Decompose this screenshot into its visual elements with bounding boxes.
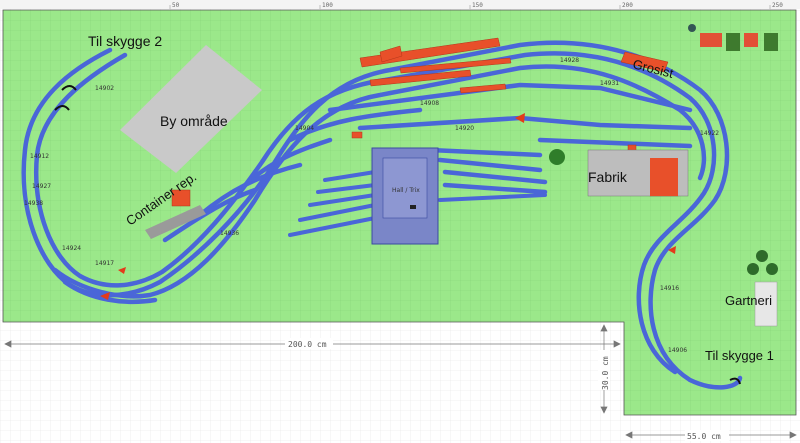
- ruler-mark-150: 150: [472, 2, 483, 9]
- svg-text:14924: 14924: [62, 245, 81, 252]
- dimension-width-55: 55.0 cm: [687, 432, 721, 441]
- svg-text:14912: 14912: [30, 153, 49, 160]
- svg-text:14902: 14902: [95, 85, 114, 92]
- svg-text:14931: 14931: [600, 80, 619, 87]
- ruler-mark-100: 100: [322, 2, 333, 9]
- label-city: By område: [160, 113, 228, 129]
- ruler-mark-250: 250: [772, 2, 783, 9]
- svg-text:14904: 14904: [295, 125, 314, 132]
- top-ruler: [0, 0, 800, 9]
- layout-editor-canvas[interactable]: 50 100 150 200 250 Hall / Trix 14902 149…: [0, 0, 800, 443]
- dimension-width-200: 200.0 cm: [288, 340, 327, 349]
- svg-text:14928: 14928: [560, 57, 579, 64]
- svg-text:14906: 14906: [668, 347, 687, 354]
- dimension-height-30: 30.0 cm: [601, 356, 610, 390]
- track-plan-drawing[interactable]: 50 100 150 200 250 Hall / Trix 14902 149…: [0, 0, 800, 443]
- label-gardener: Gartneri: [725, 293, 772, 308]
- svg-text:14920: 14920: [455, 125, 474, 132]
- turntable-label: Hall / Trix: [392, 187, 420, 194]
- svg-text:14938: 14938: [24, 200, 43, 207]
- ruler-mark-200: 200: [622, 2, 633, 9]
- svg-text:14936: 14936: [220, 230, 239, 237]
- svg-text:14917: 14917: [95, 260, 114, 267]
- label-shadow-1: Til skygge 1: [705, 348, 774, 363]
- svg-text:14908: 14908: [420, 100, 439, 107]
- label-shadow-2: Til skygge 2: [88, 33, 162, 49]
- svg-text:14916: 14916: [660, 285, 679, 292]
- svg-text:14922: 14922: [700, 130, 719, 137]
- svg-text:14927: 14927: [32, 183, 51, 190]
- label-factory: Fabrik: [588, 169, 628, 185]
- turntable-hall[interactable]: Hall / Trix: [371, 147, 439, 245]
- ruler-mark-50: 50: [172, 2, 180, 9]
